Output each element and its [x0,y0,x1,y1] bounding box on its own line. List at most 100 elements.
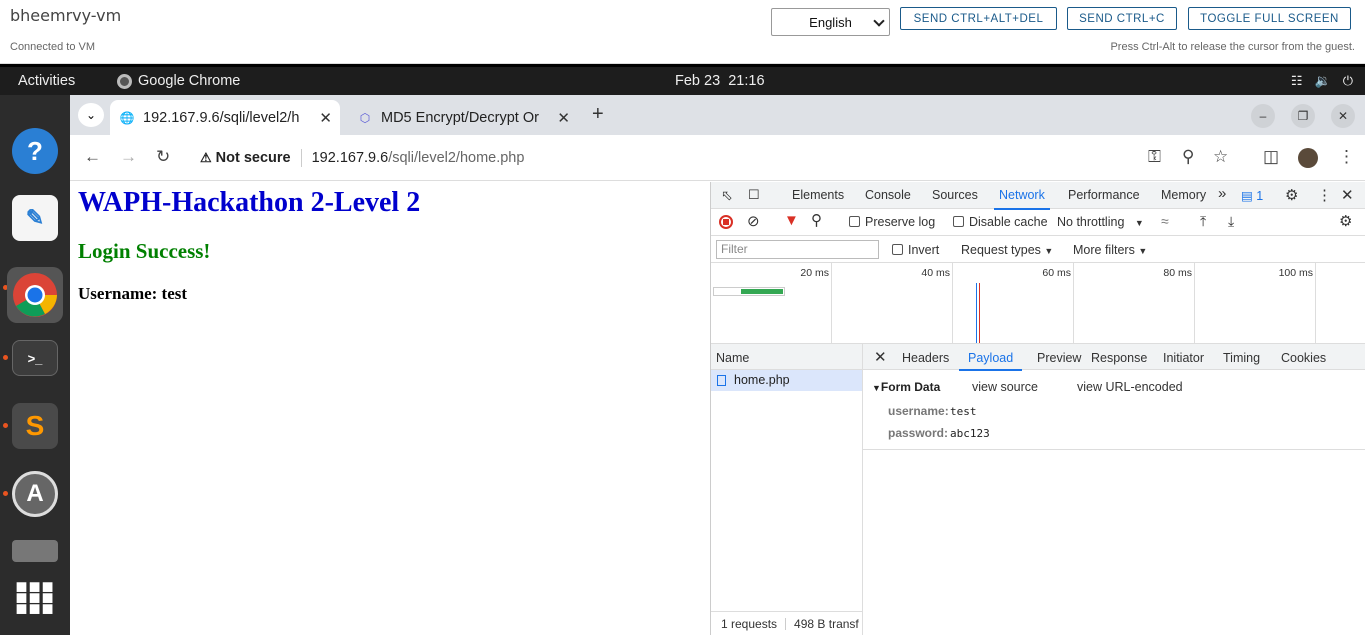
triangle-down-icon: ▼ [872,383,881,393]
app-menu[interactable]: Google Chrome [117,73,240,89]
tab-md5[interactable]: ⬡ MD5 Encrypt/Decrypt Or ✕ [348,100,578,135]
drive-icon[interactable] [12,540,58,562]
close-detail-icon[interactable]: ✕ [874,348,887,366]
close-tab-icon[interactable]: ✕ [319,109,332,127]
text-editor-icon[interactable]: ✎ [12,195,58,241]
issues-icon: ▤ [1241,189,1253,203]
tab-title: MD5 Encrypt/Decrypt Or [381,109,539,126]
zoom-icon[interactable]: ⚲ [1182,147,1194,167]
tab-preview[interactable]: Preview [1037,351,1081,365]
dropdown-icon: ▼ [1044,246,1054,256]
timeline-tick-label: 20 ms [800,267,829,279]
tab-response[interactable]: Response [1091,351,1147,365]
language-value: English [809,14,852,30]
tab-memory[interactable]: Memory [1161,188,1206,202]
dom-content-loaded-line [976,283,977,343]
dropdown-icon: ▼ [1138,246,1148,256]
url-path: /sqli/level2/home.php [388,150,525,166]
tab-elements[interactable]: Elements [792,188,844,202]
request-row[interactable]: home.php [711,370,862,391]
minimize-icon[interactable]: – [1251,104,1275,128]
filter-icon[interactable]: ▼ [784,212,799,229]
app-menu-label: Google Chrome [138,73,241,89]
device-toggle-icon[interactable]: ☐ [748,187,760,203]
key-icon[interactable]: ⚿ [1148,147,1161,167]
view-url-encoded-link[interactable]: view URL-encoded [1077,380,1183,394]
address-bar[interactable]: ⚠ Not secure 192.167.9.6/sqli/level2/home… [190,143,1235,173]
record-icon[interactable] [719,215,733,229]
network-settings-icon[interactable]: ⚙ [1339,212,1352,230]
tab-active[interactable]: 🌐 192.167.9.6/sqli/level2/h ✕ [110,100,340,135]
close-tab-icon[interactable]: ✕ [557,109,570,127]
clear-icon[interactable]: ⊘ [747,212,760,230]
checkbox [849,216,860,227]
menu-icon[interactable]: ⋮ [1338,147,1355,167]
detail-tabbar: ✕ Headers Payload Preview Response Initi… [863,344,1365,371]
close-devtools-icon[interactable]: ✕ [1341,186,1354,204]
preserve-log-checkbox[interactable]: Preserve log [849,215,935,229]
activities-button[interactable]: Activities [18,73,75,89]
close-window-icon[interactable]: ✕ [1331,104,1355,128]
divider [863,449,1365,450]
send-ctrl-c-button[interactable]: SEND CTRL+C [1067,7,1177,30]
bookmark-star-icon[interactable]: ☆ [1213,147,1228,167]
invert-checkbox[interactable]: Invert [892,243,939,257]
username-line: Username: test [78,284,188,303]
security-indicator[interactable]: ⚠ Not secure [200,150,291,166]
more-options-icon[interactable]: ⋮ [1317,186,1332,204]
clock-time: 21:16 [728,73,765,89]
tab-console[interactable]: Console [865,188,911,202]
throttling-select[interactable]: No throttling ▼ [1057,215,1144,229]
tab-search-button[interactable]: ⌄ [78,103,104,127]
search-icon[interactable]: ⚲ [811,211,822,229]
language-select[interactable]: English [771,8,890,36]
back-icon[interactable]: ← [84,147,101,167]
view-source-link[interactable]: view source [972,380,1038,394]
send-ctrl-alt-del-button[interactable]: SEND CTRL+ALT+DEL [900,7,1057,30]
request-types-dropdown[interactable]: Request types ▼ [961,243,1053,257]
vm-status: Connected to VM [10,41,95,53]
filter-input[interactable]: Filter [716,240,879,259]
more-tabs-icon[interactable]: » [1218,185,1226,202]
tab-network[interactable]: Network [994,188,1050,210]
new-tab-icon[interactable]: + [592,103,604,126]
request-types-label: Request types [961,243,1041,257]
help-icon[interactable]: ? [12,128,58,174]
settings-icon[interactable]: ⚙ [1285,186,1298,204]
side-panel-icon[interactable]: ◫ [1263,147,1279,167]
tab-timing[interactable]: Timing [1223,351,1260,365]
software-updater-icon[interactable]: A [12,471,58,517]
app-grid-icon[interactable]: ■■■ ■■■ ■■■ [12,575,58,621]
url-host: 192.167.9.6 [311,150,389,166]
toggle-full-screen-button[interactable]: TOGGLE FULL SCREEN [1188,7,1351,30]
tab-cookies[interactable]: Cookies [1281,351,1326,365]
clock[interactable]: Feb 23 21:16 [675,73,765,89]
restore-icon[interactable]: ❐ [1291,104,1315,128]
network-timeline[interactable]: 20 ms 40 ms 60 ms 80 ms 100 ms [711,263,1365,344]
network-conditions-icon[interactable]: ≈ [1161,213,1169,229]
chrome-icon[interactable] [7,267,63,323]
system-tray[interactable]: ☷ 🔉 ⏻ [1291,73,1353,89]
tab-sources[interactable]: Sources [932,188,978,202]
avatar[interactable] [1298,148,1318,168]
tab-payload[interactable]: Payload [958,351,1023,371]
sublime-icon[interactable]: S [12,403,58,449]
tab-performance[interactable]: Performance [1068,188,1140,202]
terminal-icon[interactable]: >_ [12,340,58,376]
disable-cache-checkbox[interactable]: Disable cache [953,215,1048,229]
tab-headers[interactable]: Headers [902,351,949,365]
divider [300,149,302,167]
import-har-icon[interactable]: ⤒ [1200,213,1206,230]
inspect-icon[interactable]: ⬁ [721,187,733,204]
export-har-icon[interactable]: ⤓ [1228,213,1234,230]
disable-cache-label: Disable cache [969,215,1048,229]
running-indicator [3,355,8,360]
reload-icon[interactable]: ↻ [156,147,170,167]
forward-icon[interactable]: → [120,147,137,167]
tab-strip: ⌄ 🌐 192.167.9.6/sqli/level2/h ✕ ⬡ MD5 En… [70,95,1365,135]
name-column-header[interactable]: Name [711,344,862,370]
more-filters-dropdown[interactable]: More filters ▼ [1073,243,1147,257]
form-data-toggle[interactable]: ▼Form Data [872,380,940,394]
tab-initiator[interactable]: Initiator [1163,351,1204,365]
issues-badge[interactable]: ▤ 1 [1241,188,1263,203]
